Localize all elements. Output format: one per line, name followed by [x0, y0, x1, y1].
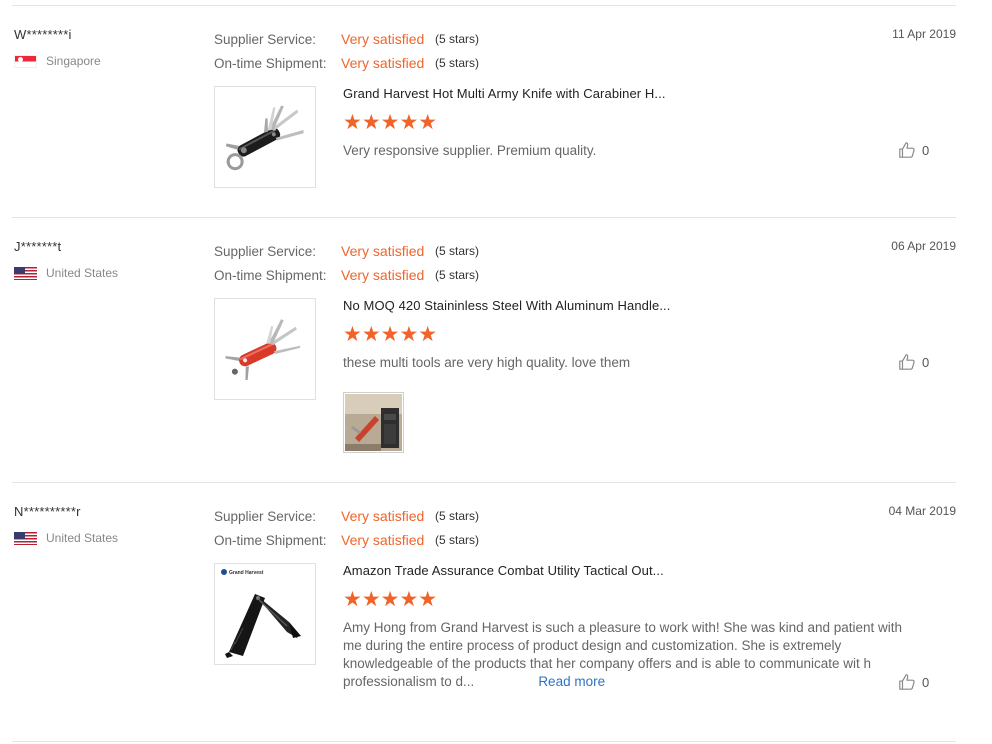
shipment-row: On-time Shipment: Very satisfied (5 star… [214, 263, 479, 287]
review-list: W********i Singapore Supplier Service: V… [0, 6, 992, 742]
flag-united-states-icon [14, 266, 37, 280]
buyer-name: W********i [14, 27, 72, 42]
buyer-info: J*******t United States [14, 239, 118, 280]
like-button[interactable]: 0 [898, 673, 929, 691]
black-tactical-folding-knife-icon: Grand Harvest [221, 569, 301, 658]
shipment-stars: (5 stars) [435, 56, 480, 70]
flag-singapore-icon [14, 54, 37, 68]
thumbnail-brand-text: Grand Harvest [229, 570, 264, 576]
buyer-info: W********i Singapore [14, 27, 101, 68]
country-name: United States [46, 266, 119, 280]
review-attachment-photo[interactable] [343, 392, 404, 453]
buyer-country: United States [14, 266, 118, 280]
supplier-service-stars: (5 stars) [435, 509, 480, 523]
supplier-ratings: Supplier Service: Very satisfied (5 star… [214, 504, 479, 552]
like-count: 0 [922, 674, 930, 690]
supplier-service-value: Very satisfied [341, 243, 425, 259]
shipment-stars: (5 stars) [435, 533, 480, 547]
review-text: Very responsive supplier. Premium qualit… [343, 142, 905, 160]
shipment-row: On-time Shipment: Very satisfied (5 star… [214, 528, 479, 552]
supplier-ratings: Supplier Service: Very satisfied (5 star… [214, 27, 479, 75]
product-title-link[interactable]: No MOQ 420 Staininless Steel With Alumin… [343, 298, 670, 313]
country-name: Singapore [46, 54, 101, 68]
review-text: Amy Hong from Grand Harvest is such a pl… [343, 619, 905, 691]
read-more-link[interactable]: Read more [538, 674, 605, 689]
supplier-service-label: Supplier Service: [214, 243, 317, 259]
supplier-service-row: Supplier Service: Very satisfied (5 star… [214, 504, 479, 528]
supplier-service-value: Very satisfied [341, 31, 425, 47]
product-rating-stars: ★★★★★ [343, 323, 438, 346]
red-multi-tool-knife-icon [225, 319, 301, 381]
product-thumbnail[interactable] [214, 86, 316, 188]
supplier-service-value: Very satisfied [341, 508, 425, 524]
supplier-service-stars: (5 stars) [435, 244, 480, 258]
buyer-name: J*******t [14, 239, 62, 254]
review-date: 06 Apr 2019 [891, 239, 956, 253]
review-item: N**********r United States Supplier Serv… [12, 483, 956, 742]
like-count: 0 [922, 142, 930, 158]
shipment-label: On-time Shipment: [214, 55, 327, 71]
supplier-service-row: Supplier Service: Very satisfied (5 star… [214, 239, 479, 263]
shipment-stars: (5 stars) [435, 268, 480, 282]
customer-photo-icon [345, 394, 402, 451]
shipment-value: Very satisfied [341, 267, 425, 283]
product-rating-stars: ★★★★★ [343, 588, 438, 611]
like-button[interactable]: 0 [898, 353, 929, 371]
product-title-link[interactable]: Grand Harvest Hot Multi Army Knife with … [343, 86, 666, 101]
shipment-value: Very satisfied [341, 55, 425, 71]
product-thumbnail[interactable] [214, 298, 316, 400]
like-count: 0 [922, 354, 930, 370]
review-text-body: Amy Hong from Grand Harvest is such a pl… [343, 620, 903, 689]
review-item: J*******t United States Supplier Service… [12, 218, 956, 483]
flag-united-states-icon [14, 531, 37, 545]
product-title-link[interactable]: Amazon Trade Assurance Combat Utility Ta… [343, 563, 664, 578]
shipment-label: On-time Shipment: [214, 532, 327, 548]
product-rating-stars: ★★★★★ [343, 111, 438, 134]
review-text-body: these multi tools are very high quality.… [343, 355, 631, 370]
buyer-name: N**********r [14, 504, 81, 519]
supplier-service-label: Supplier Service: [214, 31, 317, 47]
like-button[interactable]: 0 [898, 141, 929, 159]
thumbs-up-icon [899, 354, 915, 370]
buyer-country: Singapore [14, 54, 101, 68]
shipment-label: On-time Shipment: [214, 267, 327, 283]
review-text-body: Very responsive supplier. Premium qualit… [343, 143, 597, 158]
supplier-service-stars: (5 stars) [435, 32, 480, 46]
shipment-value: Very satisfied [341, 532, 425, 548]
review-date: 11 Apr 2019 [892, 27, 956, 41]
review-text: these multi tools are very high quality.… [343, 354, 905, 372]
review-date: 04 Mar 2019 [888, 504, 956, 518]
black-multi-tool-knife-icon [225, 105, 304, 171]
thumbs-up-icon [899, 674, 915, 690]
country-name: United States [46, 531, 119, 545]
supplier-service-row: Supplier Service: Very satisfied (5 star… [214, 27, 479, 51]
supplier-ratings: Supplier Service: Very satisfied (5 star… [214, 239, 479, 287]
buyer-country: United States [14, 531, 118, 545]
shipment-row: On-time Shipment: Very satisfied (5 star… [214, 51, 479, 75]
thumbs-up-icon [899, 142, 915, 158]
buyer-info: N**********r United States [14, 504, 118, 545]
product-thumbnail[interactable]: Grand Harvest [214, 563, 316, 665]
review-item: W********i Singapore Supplier Service: V… [12, 6, 956, 218]
supplier-service-label: Supplier Service: [214, 508, 317, 524]
